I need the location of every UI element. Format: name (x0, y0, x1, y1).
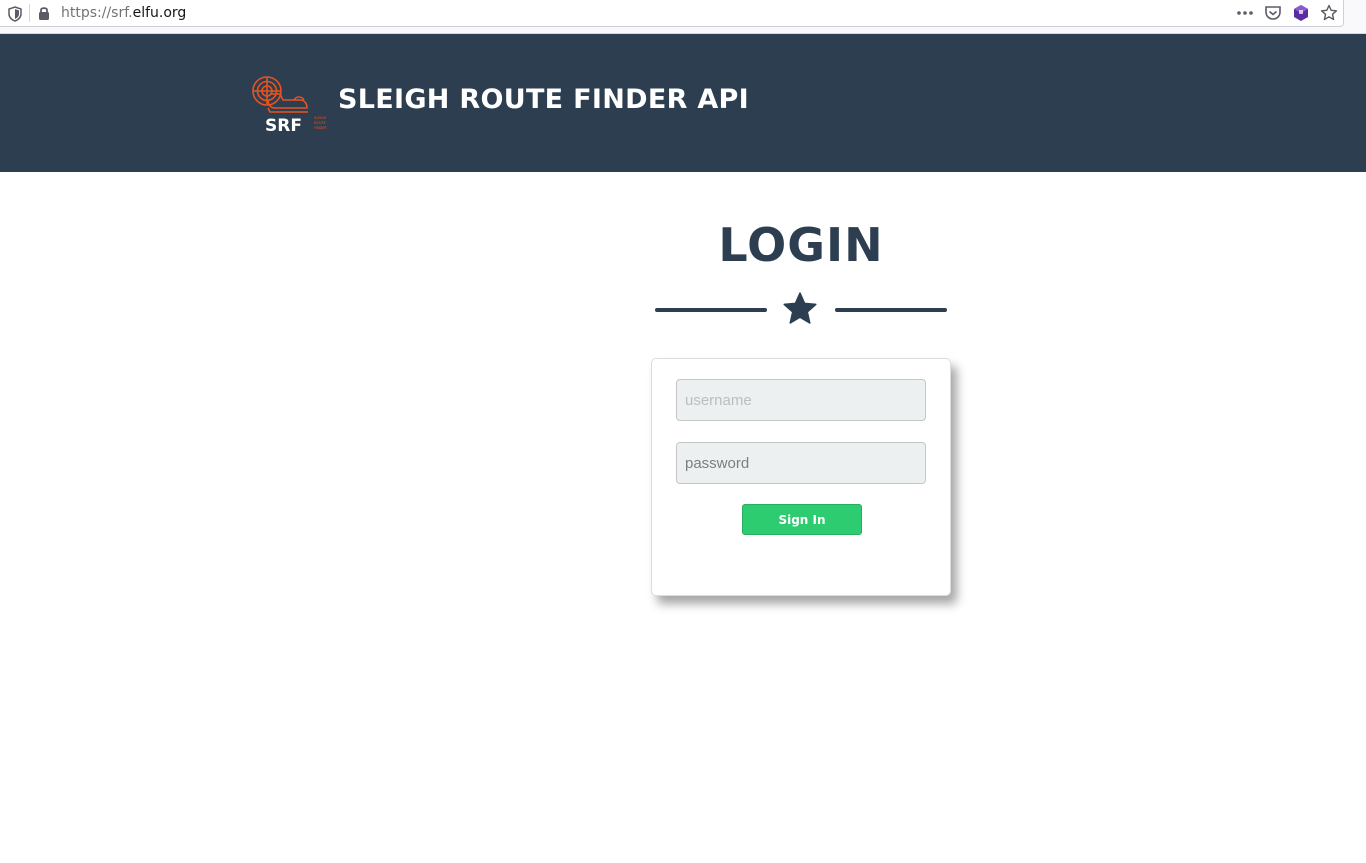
lock-icon[interactable] (37, 5, 51, 21)
url-text[interactable]: https://srf.elfu.org (61, 5, 186, 21)
site-title: SLEIGH ROUTE FINDER API (338, 84, 749, 115)
site-header: SRF SLEIGH ROUTE FINDER SLEIGH ROUTE FIN… (0, 34, 1366, 172)
browser-toolbar: https://srf.elfu.org (0, 0, 1366, 34)
page-title: LOGIN (718, 218, 884, 272)
bookmark-star-icon[interactable] (1320, 4, 1338, 22)
divider-left (655, 308, 767, 312)
address-bar[interactable]: https://srf.elfu.org (0, 0, 1344, 27)
extension-icon[interactable] (1292, 4, 1310, 22)
username-input[interactable] (676, 379, 926, 421)
password-input[interactable] (676, 442, 926, 484)
login-form: Sign In (651, 358, 951, 596)
logo-small-text-1: SLEIGH (314, 116, 327, 120)
logo-small-text-3: FINDER (314, 126, 327, 130)
pocket-icon[interactable] (1264, 4, 1282, 22)
url-prefix: https://srf. (61, 5, 133, 21)
shield-icon[interactable] (8, 6, 22, 22)
logo-small-text-2: ROUTE (314, 121, 326, 125)
url-host: elfu.org (132, 5, 187, 21)
divider-right (835, 308, 947, 312)
star-icon (783, 292, 817, 324)
more-icon[interactable] (1236, 4, 1254, 22)
srf-logo[interactable]: SRF SLEIGH ROUTE FINDER (250, 74, 336, 134)
sign-in-button[interactable]: Sign In (742, 504, 862, 535)
logo-text: SRF (265, 116, 302, 134)
urlbar-separator (29, 4, 30, 22)
